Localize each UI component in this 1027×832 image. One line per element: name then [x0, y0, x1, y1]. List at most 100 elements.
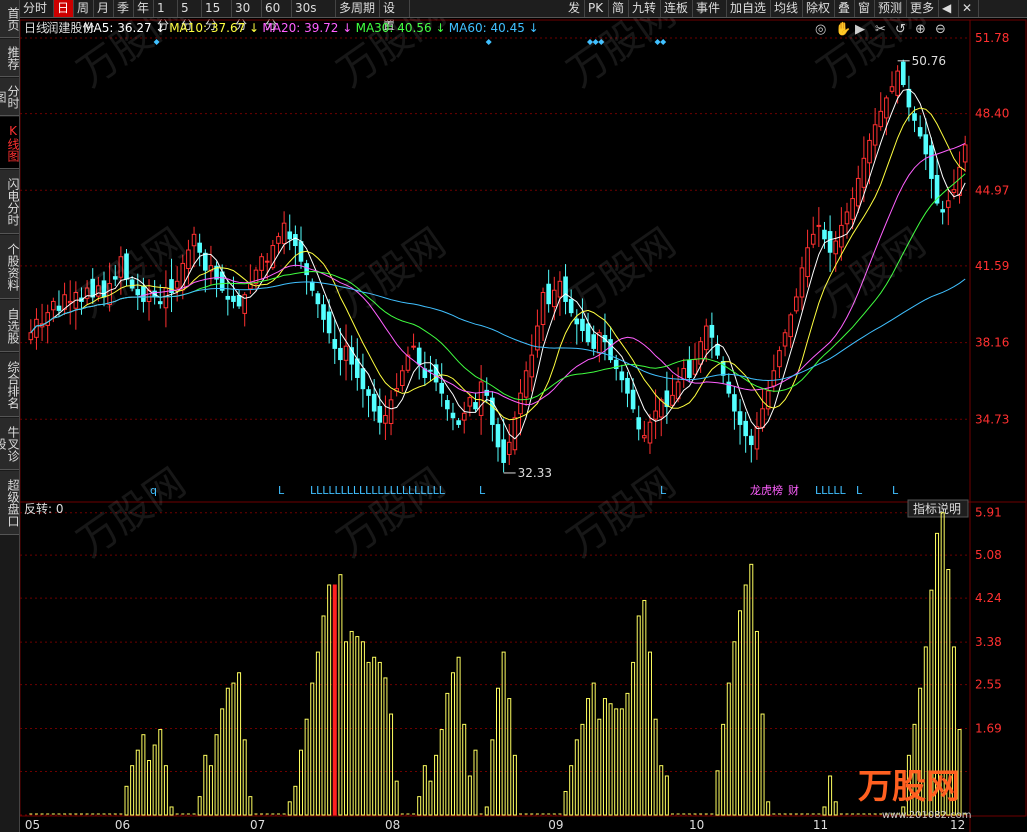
indicator-bar: [647, 651, 652, 816]
toolbar-button-12[interactable]: 更多: [907, 0, 939, 17]
close-icon[interactable]: ✕: [959, 0, 979, 17]
indicator-bar: [315, 651, 320, 816]
candle-body: [884, 97, 889, 119]
candle-body: [157, 301, 163, 305]
price-tick-label: 44.97: [975, 183, 1009, 197]
candle-body: [309, 281, 315, 291]
sidebar-tab-8[interactable]: 牛叉诊股: [0, 418, 20, 470]
toolbar-button-4[interactable]: 连板: [661, 0, 693, 17]
toolbar-button-7[interactable]: 均线: [771, 0, 803, 17]
indicator-bar: [760, 713, 765, 816]
period-button-7[interactable]: 5分: [178, 0, 202, 32]
period-button-8[interactable]: 15分: [202, 0, 232, 32]
candle-body: [743, 420, 748, 437]
period-button-4[interactable]: 季: [114, 0, 134, 17]
indicator-bar: [743, 584, 748, 816]
indicator-tick-label: 2.55: [975, 678, 1002, 692]
toolbar-button-11[interactable]: 预测: [875, 0, 907, 17]
month-label: 10: [689, 818, 704, 832]
indicator-bar: [602, 698, 607, 816]
toolbar-button-3[interactable]: 九转: [629, 0, 661, 17]
candle-body: [810, 233, 816, 245]
indicator-bar: [124, 785, 129, 816]
period-button-9[interactable]: 30分: [232, 0, 262, 32]
candle-body: [343, 345, 349, 361]
indicator-bar: [608, 703, 613, 816]
toolbar-button-9[interactable]: 叠: [835, 0, 855, 17]
indicator-bar: [372, 656, 377, 816]
indicator-explain-button[interactable]: 指标说明: [913, 501, 961, 516]
candle-body: [670, 394, 675, 406]
indicator-bar: [141, 734, 146, 816]
candle-body: [951, 189, 957, 193]
toolbar-button-5[interactable]: 事件: [693, 0, 727, 17]
candle-body: [895, 70, 900, 96]
sidebar-tab-3[interactable]: K线图: [0, 117, 20, 169]
indicator-bar: [631, 661, 636, 816]
toolbar-button-2[interactable]: 简: [609, 0, 629, 17]
toolbar-button-0[interactable]: 发: [565, 0, 585, 17]
period-button-6[interactable]: 1分: [154, 0, 178, 32]
period-button-13[interactable]: 设置: [380, 0, 410, 32]
sidebar-tab-4[interactable]: 闪电分时: [0, 170, 20, 234]
period-button-0[interactable]: 分时: [20, 0, 54, 17]
candle-body: [760, 408, 765, 428]
indicator-bar: [231, 682, 236, 816]
zoom-out-icon[interactable]: ⊖: [935, 22, 946, 37]
price-tick-label: 34.73: [975, 412, 1009, 426]
period-button-10[interactable]: 60分: [262, 0, 292, 32]
toolbar-button-8[interactable]: 除权: [803, 0, 835, 17]
indicator-bar: [614, 708, 619, 816]
indicator-bar: [619, 708, 624, 816]
toolbar-button-6[interactable]: 加自选: [727, 0, 771, 17]
period-button-12[interactable]: 多周期: [336, 0, 380, 17]
indicator-tick-label: 5.91: [975, 506, 1002, 520]
indicator-bar: [664, 775, 669, 816]
candle-body: [715, 344, 720, 356]
indicator-bar: [569, 765, 574, 816]
indicator-bar: [467, 775, 472, 816]
candle-body: [855, 177, 861, 207]
candle-body: [822, 229, 827, 240]
candle-body: [653, 410, 658, 420]
indicator-bar: [360, 641, 365, 816]
indicator-bar: [389, 713, 394, 816]
ma20-line: [30, 142, 966, 406]
sidebar-tab-0[interactable]: 首页: [0, 0, 20, 38]
sidebar-tab-2[interactable]: 分时图: [0, 78, 20, 116]
indicator-bar: [659, 765, 664, 816]
sidebar-tab-9[interactable]: 超级盘口: [0, 471, 20, 535]
indicator-bar: [383, 677, 388, 816]
period-button-5[interactable]: 年: [134, 0, 154, 17]
period-button-3[interactable]: 月: [94, 0, 114, 17]
brand-logo: 万股网: [858, 767, 960, 807]
indicator-bar: [169, 806, 174, 816]
candle-body: [495, 424, 501, 448]
period-button-1[interactable]: 日: [54, 0, 74, 17]
candle-body: [591, 334, 596, 349]
toolbar-button-10[interactable]: 窗: [855, 0, 875, 17]
candle-body: [940, 209, 945, 213]
indicator-bar: [721, 723, 726, 816]
toolbar-button-1[interactable]: PK: [585, 0, 609, 17]
month-label: 09: [548, 818, 563, 832]
eye-icon[interactable]: ◎: [815, 22, 826, 37]
indicator-bar: [422, 765, 427, 816]
indicator-bar: [220, 708, 225, 816]
sidebar-tab-5[interactable]: 个股资料: [0, 235, 20, 299]
sidebar-tab-1[interactable]: 推荐: [0, 39, 20, 77]
candle-body: [501, 439, 506, 463]
candle-body: [929, 145, 934, 179]
candle-body: [782, 332, 788, 347]
period-button-2[interactable]: 周: [74, 0, 94, 17]
sidebar-tab-7[interactable]: 综合排名: [0, 353, 20, 417]
sidebar-tab-6[interactable]: 自选股: [0, 300, 20, 352]
signal-label: L: [278, 484, 285, 497]
period-button-11[interactable]: 30s: [292, 0, 336, 17]
prev-icon[interactable]: ◀: [939, 0, 959, 17]
watermark-text: 万股网: [329, 220, 454, 327]
candle-body: [371, 393, 377, 412]
candle-body: [585, 323, 591, 343]
indicator-bar: [732, 641, 737, 816]
candle-body: [411, 345, 416, 348]
